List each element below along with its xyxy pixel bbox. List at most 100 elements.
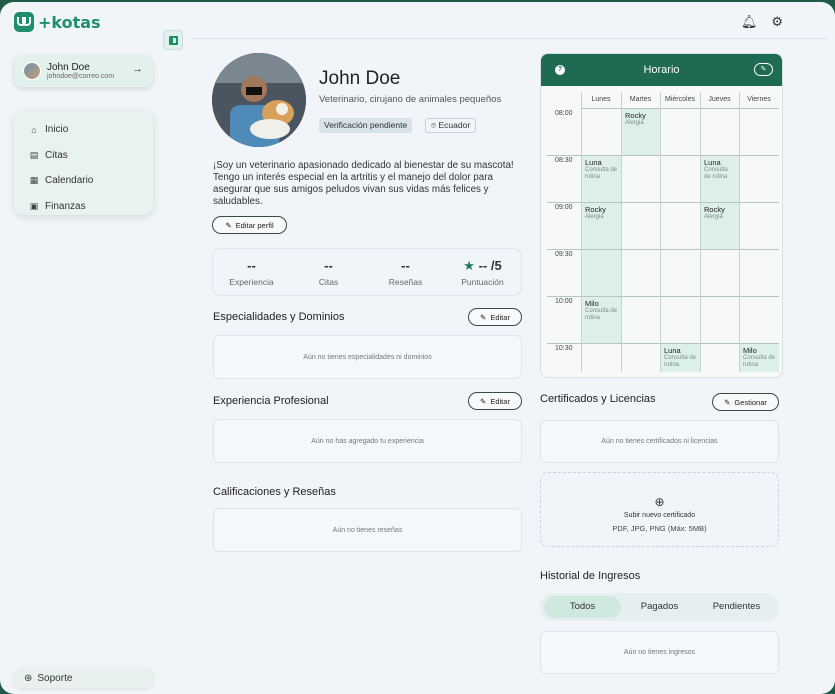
appointment-slot[interactable]: Luna Consulta de rutina — [661, 344, 700, 372]
edit-specialties-button[interactable]: ✎ Editar — [468, 308, 522, 326]
appointment-name: Milo — [585, 299, 599, 308]
sidebar-item-calendario[interactable]: ▦ Calendario — [14, 168, 153, 194]
profile-name: John Doe — [319, 68, 401, 89]
appointment-detail: Consulta de rutina — [585, 167, 618, 180]
logo[interactable]: +kotas — [14, 12, 101, 32]
grid-line — [581, 92, 582, 372]
income-tabs: Todos Pagados Pendientes — [540, 593, 779, 621]
tab-pagados[interactable]: Pagados — [621, 596, 698, 618]
edit-label: Editar — [490, 396, 510, 406]
sidebar-nav: ⌂ Inicio ▤ Citas ▦ Calendario ▣ Finanzas — [14, 111, 153, 215]
support-icon: ⊛ — [24, 672, 33, 684]
day-header: Martes — [629, 96, 652, 103]
profile-bio: ¡Soy un veterinario apasionado dedicado … — [213, 160, 514, 207]
appointment-slot[interactable]: Luna Consulta de rutina — [701, 156, 739, 202]
income-title: Historial de Ingresos — [540, 570, 641, 582]
stat-citas: -- Citas — [290, 249, 367, 295]
edit-experience-button[interactable]: ✎ Editar — [468, 392, 522, 410]
schedule-header: ? Horario ✎ — [541, 54, 782, 86]
support-label: Soporte — [37, 672, 73, 684]
calendar-check-icon: ▤ — [29, 149, 39, 160]
appointment-detail: Consulta de rutina — [585, 308, 618, 321]
time-label: 08:00 — [555, 110, 573, 117]
reviews-empty: Aún no tienes reseñas — [213, 508, 522, 552]
appointment-detail: Consulta de rutina — [664, 355, 697, 368]
sidebar-item-finanzas[interactable]: ▣ Finanzas — [14, 194, 153, 220]
time-label: 08:30 — [555, 157, 573, 164]
time-label: 10:00 — [555, 298, 573, 305]
country-label: Ecuador — [438, 120, 471, 130]
day-header: Jueves — [708, 96, 731, 103]
certificates-title: Certificados y Licencias — [540, 393, 656, 405]
appointment-slot[interactable]: Luna Consulta de rutina — [582, 156, 621, 202]
edit-profile-button[interactable]: ✎ Editar perfil — [212, 216, 287, 234]
stat-experiencia: -- Experiencia — [213, 249, 290, 295]
verification-badge: Verificación pendiente — [319, 118, 413, 133]
stat-value: -- — [324, 258, 333, 273]
time-label: 09:30 — [555, 251, 573, 258]
day-header: Viernes — [747, 96, 771, 103]
user-card[interactable]: John Doe johndoe@correo.com → — [14, 55, 153, 87]
upload-certificate-dropzone[interactable]: ⊕ Subir nuevo certificado PDF, JPG, PNG … — [540, 472, 779, 547]
appointment-name: Luna — [704, 158, 721, 167]
sidebar-icon — [168, 35, 178, 45]
tab-pendientes[interactable]: Pendientes — [698, 596, 775, 618]
stat-resenas: -- Reseñas — [367, 249, 444, 295]
experience-empty: Aún no has agregado tu experiencia — [213, 419, 522, 463]
sidebar-item-label: Inicio — [45, 124, 69, 136]
stat-label: Experiencia — [229, 277, 274, 287]
appointment-slot[interactable]: Rocky Alergia — [701, 203, 739, 249]
tab-todos[interactable]: Todos — [544, 596, 621, 618]
manage-certificates-button[interactable]: ✎ Gestionar — [712, 393, 779, 411]
edit-schedule-button[interactable]: ✎ — [754, 63, 773, 76]
stat-value: -- — [247, 258, 256, 273]
income-empty: Aún no tienes ingresos — [540, 631, 779, 674]
time-label: 09:00 — [555, 204, 573, 211]
user-name: John Doe — [47, 61, 90, 73]
upload-title: Subir nuevo certificado — [623, 512, 696, 519]
appointment-detail: Consulta de rutina — [743, 355, 776, 368]
upload-formats: PDF, JPG, PNG (Máx: 5MB) — [612, 524, 707, 533]
stat-value: -- — [401, 258, 410, 273]
schedule-grid: Lunes Martes Miércoles Jueves Viernes Ro… — [547, 92, 779, 372]
appointment-name: Luna — [585, 158, 602, 167]
profile-title: Veterinario, cirujano de animales pequeñ… — [319, 94, 502, 105]
support-button[interactable]: ⊛ Soporte — [14, 668, 153, 688]
certificates-empty: Aún no tienes certificados ni licencias — [540, 420, 779, 463]
pencil-icon: ✎ — [225, 220, 232, 230]
stat-puntuacion: ★ -- /5 Puntuación — [444, 249, 521, 295]
plus-circle-icon: ⊕ — [654, 495, 665, 509]
bell-icon[interactable]: 🔔︎ — [741, 14, 758, 30]
user-email: johndoe@correo.com — [47, 72, 115, 80]
appointment-name: Milo — [743, 346, 757, 355]
reviews-title: Calificaciones y Reseñas — [213, 486, 336, 498]
schedule-title: Horario — [643, 64, 680, 76]
sidebar-item-citas[interactable]: ▤ Citas — [14, 143, 153, 169]
calendar-icon: ▦ — [29, 175, 39, 186]
appointment-name: Rocky — [585, 205, 606, 214]
sidebar-item-label: Finanzas — [45, 200, 86, 212]
stats-card: -- Experiencia -- Citas -- Reseñas ★ -- … — [212, 248, 522, 296]
specialties-title: Especialidades y Dominios — [213, 311, 345, 323]
country-badge: ⌾ Ecuador — [425, 118, 477, 133]
profile-photo — [212, 53, 306, 147]
manage-label: Gestionar — [734, 397, 767, 407]
stat-value: -- /5 — [478, 258, 502, 273]
appointment-detail: Consulta de rutina — [704, 167, 728, 180]
appointment-name: Rocky — [625, 111, 646, 120]
pencil-icon: ✎ — [480, 396, 487, 406]
grid-line — [739, 92, 740, 372]
appointment-slot[interactable]: Milo Consulta de rutina — [740, 344, 779, 372]
gear-icon[interactable]: ⚙︎ — [771, 14, 783, 30]
appointment-detail: Alergia — [625, 120, 644, 126]
arrow-right-icon: → — [132, 63, 143, 75]
sidebar-item-inicio[interactable]: ⌂ Inicio — [14, 117, 153, 143]
sidebar-collapse-button[interactable] — [163, 30, 183, 50]
appointment-slot[interactable]: Rocky Alergia — [622, 109, 660, 155]
edit-profile-label: Editar perfil — [235, 220, 274, 230]
help-icon[interactable]: ? — [555, 65, 565, 75]
appointment-slot[interactable]: Rocky Alergia — [582, 203, 621, 297]
schedule-card: ? Horario ✎ Lunes Martes Miércoles Jueve… — [540, 53, 783, 378]
sidebar-item-label: Citas — [45, 149, 68, 161]
appointment-slot[interactable]: Milo Consulta de rutina — [582, 297, 621, 343]
